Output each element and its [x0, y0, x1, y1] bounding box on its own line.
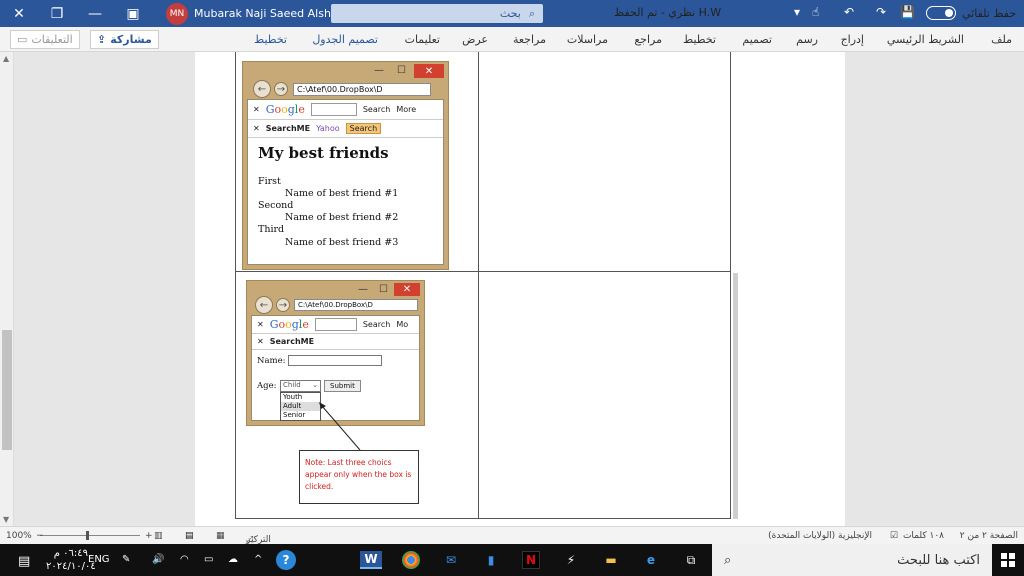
proofing-icon[interactable]: ☑ — [890, 531, 898, 541]
customize-quick-access-icon[interactable]: ▾ — [794, 5, 800, 19]
tab-home[interactable]: الشريط الرئيسي — [887, 33, 964, 46]
undo-icon[interactable]: ↶ — [844, 5, 854, 19]
tab-help[interactable]: تعليمات — [405, 33, 440, 46]
help-icon[interactable]: ? — [276, 550, 296, 570]
document-title[interactable]: H.W نظري - تم الحفظ — [614, 6, 721, 19]
pen-icon[interactable]: ✎ — [122, 554, 130, 565]
tab-design[interactable]: تصميم — [742, 33, 772, 46]
avatar[interactable]: MN — [166, 2, 188, 25]
status-bar: الصفحة ٢ من ٢ ١٠٨ كلمات ☑ الإنجليزية (ال… — [0, 526, 1024, 545]
store-icon[interactable]: ⚡ — [562, 551, 580, 569]
mail-icon[interactable]: ✉ — [442, 551, 460, 569]
zoom-in-icon[interactable]: + — [145, 531, 153, 541]
scroll-up-icon[interactable]: ▲ — [3, 54, 9, 63]
vertical-scrollbar[interactable]: ▲ ▼ — [0, 52, 14, 526]
language-indicator[interactable]: الإنجليزية (الولايات المتحدة) — [768, 531, 872, 541]
tab-mailings[interactable]: مراسلات — [567, 33, 608, 46]
clock-date: ٢٠٢٤/١٠/٠٤ — [46, 561, 96, 572]
clock[interactable]: ٠٦:٤٩ م ٢٠٢٤/١٠/٠٤ — [46, 547, 96, 573]
read-mode-icon[interactable]: ▥ — [154, 531, 163, 541]
print-layout-icon[interactable]: ▤ — [185, 531, 194, 541]
close-button[interactable]: ✕ — [0, 0, 38, 27]
page-number-indicator[interactable]: الصفحة ٢ من ٢ — [960, 531, 1018, 541]
tab-review[interactable]: مراجعة — [513, 33, 546, 46]
note-text: Note: Last three choics appear only when… — [305, 458, 412, 491]
show-hidden-icons[interactable]: ^ — [254, 554, 262, 565]
zoom-out-icon[interactable]: − — [36, 531, 44, 541]
touch-mode-icon[interactable]: ☝ — [812, 5, 819, 19]
notifications-icon[interactable]: ▤ — [18, 554, 30, 569]
share-label: مشاركة — [110, 33, 152, 46]
share-button[interactable]: ⇪ مشاركة — [90, 30, 159, 49]
start-button[interactable] — [992, 544, 1024, 576]
comments-label: التعليقات — [31, 33, 73, 46]
zoom-slider-thumb[interactable] — [86, 531, 89, 540]
search-label: بحث — [499, 7, 521, 20]
stocks-icon[interactable]: ▮ — [482, 551, 500, 569]
tab-table-design[interactable]: تصميم الجدول — [312, 33, 378, 46]
minimize-button[interactable]: — — [76, 0, 114, 27]
taskbar-search[interactable]: اكتب هنا للبحث ⌕ — [712, 544, 992, 576]
volume-icon[interactable]: 🔊 — [152, 554, 164, 565]
tab-table-layout[interactable]: تخطيط — [254, 33, 287, 46]
share-icon: ⇪ — [97, 33, 107, 46]
tab-insert[interactable]: إدراج — [841, 33, 864, 46]
tab-view[interactable]: عرض — [462, 33, 488, 46]
edge-icon[interactable]: e — [642, 551, 660, 569]
taskbar: اكتب هنا للبحث ⌕ ⧉ e ▬ ⚡ N ▮ ✉ W ? ^ ☁ ▭… — [0, 544, 1024, 576]
word-icon[interactable]: W — [360, 551, 382, 569]
tab-file[interactable]: ملف — [991, 33, 1012, 46]
document-page[interactable]: — ☐ ✕ ← → C:\Atef\00.DropBox\D ✕ Google … — [195, 52, 845, 526]
chrome-icon[interactable] — [402, 551, 420, 569]
onedrive-icon[interactable]: ☁ — [228, 554, 238, 565]
scroll-down-icon[interactable]: ▼ — [3, 515, 9, 524]
ribbon-display-options-icon[interactable]: ▣ — [114, 0, 152, 27]
zoom-slider[interactable] — [40, 535, 140, 536]
windows-icon — [1001, 553, 1015, 567]
web-layout-icon[interactable]: ▦ — [216, 531, 225, 541]
search-icon: ⌕ — [724, 552, 732, 568]
wifi-icon[interactable]: ◠ — [180, 554, 189, 565]
zoom-level[interactable]: 100% — [6, 531, 32, 541]
search-icon: ⌕ — [528, 6, 535, 20]
tab-draw[interactable]: رسم — [796, 33, 818, 46]
toggle-switch[interactable] — [926, 6, 956, 20]
save-icon[interactable]: 💾 — [900, 5, 915, 19]
task-view-icon[interactable]: ⧉ — [682, 551, 700, 569]
file-explorer-icon[interactable]: ▬ — [602, 551, 620, 569]
comment-icon: ▭ — [17, 33, 28, 46]
scrollbar-thumb[interactable] — [2, 330, 12, 450]
search-box[interactable]: بحث ⌕ — [331, 4, 543, 23]
comments-button[interactable]: ▭ التعليقات — [10, 30, 80, 49]
autosave-label: حفظ تلقائي — [962, 6, 1017, 20]
note-box[interactable]: Note: Last three choics appear only when… — [299, 450, 419, 504]
word-count[interactable]: ١٠٨ كلمات — [903, 531, 944, 541]
ribbon: ملف الشريط الرئيسي إدراج رسم تصميم تخطيط… — [0, 27, 1024, 52]
redo-icon[interactable]: ↷ — [876, 5, 886, 19]
battery-icon[interactable]: ▭ — [204, 554, 213, 565]
tab-references[interactable]: مراجع — [634, 33, 662, 46]
netflix-icon[interactable]: N — [522, 551, 540, 569]
search-placeholder: اكتب هنا للبحث — [897, 552, 980, 568]
clock-time: ٠٦:٤٩ م — [53, 548, 88, 559]
tab-layout[interactable]: تخطيط — [683, 33, 716, 46]
callout-arrow — [319, 402, 361, 451]
restore-button[interactable]: ❐ — [38, 0, 76, 27]
autosave-toggle[interactable]: حفظ تلقائي — [926, 6, 1016, 20]
